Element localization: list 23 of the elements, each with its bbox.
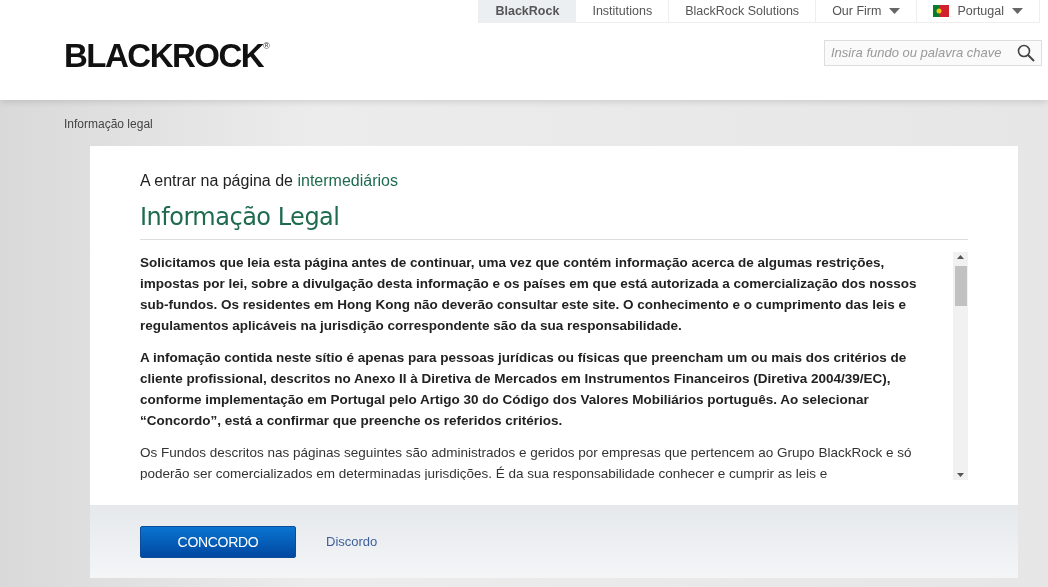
page-title: Informação Legal: [140, 203, 968, 240]
logo[interactable]: BLACKROCK: [64, 37, 264, 75]
legal-paragraph: A infomação contida neste sítio é apenas para pessoas jurídicas ou físicas que preencham um ou mais dos critérios de cliente profissional, descritos no Anexo II à Diretiva de Mercados em Instrumentos Financeiros (Diretiva 2004/39/EC), conforme implementação em Portugal pelo Artigo 30 do Código dos Valores Mobiliários português. Ao selecionar “Concordo”, está a confirmar que preenche os referidos critérios.: [140, 349, 908, 430]
search-field[interactable]: Insira fundo ou palavra chave: [824, 39, 1042, 66]
intro-link[interactable]: intermediários: [297, 172, 398, 189]
nav-tab[interactable]: Our Firm: [816, 0, 918, 23]
caret-icon: [889, 8, 901, 14]
registered-mark: ®: [263, 41, 270, 51]
legal-paragraph: Solicitamos que leia esta página antes de continuar, uma vez que contém informação acerca de algumas restrições, impostas por lei, sobre a divulgação desta informação e os países em que está autorizada a comercialização dos nossos sub-fundos. Os residentes em Hong Kong não deverão consultar este site. O conhecimento e o cumprimento das leis e regulamentos aplicáveis na jurisdição correspondente são da sua responsabilidade.: [140, 254, 918, 335]
nav-tab[interactable]: Portugal: [917, 0, 1040, 23]
search-icon[interactable]: [1017, 43, 1035, 62]
scrollbar-thumb[interactable]: [954, 266, 967, 306]
intro-text: A entrar na página de: [140, 172, 293, 189]
legal-paragraph: Os Fundos descritos nas páginas seguintes são administrados e geridos por empresas que pertencem ao Grupo BlackRock e só poderão ser comercializados em determinadas jurisdições. É da sua responsabilidade conhecer e cumprir as leis e: [140, 444, 913, 480]
nav-tab[interactable]: BlackRock: [478, 0, 577, 23]
disagree-link[interactable]: Discordo: [326, 534, 378, 549]
caret-icon: [1012, 8, 1023, 14]
flag-icon: [933, 5, 950, 17]
nav-tab[interactable]: BlackRock Solutions: [669, 0, 817, 23]
nav-tab[interactable]: Institutions: [576, 0, 670, 23]
agree-button[interactable]: CONCORDO: [140, 525, 296, 558]
scrollbar[interactable]: [953, 252, 968, 480]
breadcrumb[interactable]: Informação legal: [0, 100, 153, 146]
